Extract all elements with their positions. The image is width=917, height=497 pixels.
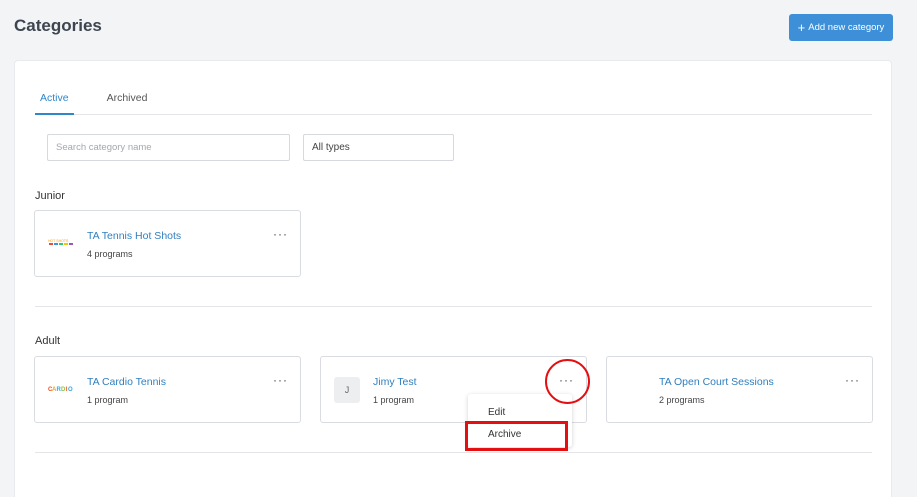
- section-label-junior: Junior: [35, 190, 65, 202]
- svg-text:O: O: [68, 387, 73, 393]
- program-count: 2 programs: [659, 395, 705, 405]
- add-new-category-button[interactable]: + Add new category: [789, 14, 893, 41]
- category-card-hot-shots: HOT SHOTS TA Tennis Hot Shots 4 programs…: [34, 210, 301, 277]
- svg-text:HOT SHOTS: HOT SHOTS: [48, 239, 69, 243]
- category-name-link[interactable]: TA Open Court Sessions: [659, 376, 774, 388]
- plus-icon: +: [797, 20, 806, 35]
- cardio-logo: C A R D I O: [48, 387, 73, 393]
- tab-archived[interactable]: Archived: [102, 89, 153, 115]
- hot-shots-logo: HOT SHOTS: [47, 238, 75, 246]
- category-card-cardio: C A R D I O TA Cardio Tennis 1 program ·…: [34, 356, 301, 423]
- section-divider: [35, 306, 872, 307]
- page-title: Categories: [14, 16, 102, 35]
- program-count: 1 program: [373, 395, 415, 405]
- type-select[interactable]: All types: [303, 134, 454, 161]
- menu-item-edit[interactable]: Edit: [468, 403, 572, 423]
- category-name-link[interactable]: Jimy Test: [373, 376, 417, 388]
- tab-bar: Active Archived: [35, 89, 872, 115]
- highlight-box: [465, 421, 568, 451]
- add-new-category-label: Add new category: [808, 22, 885, 33]
- tab-active[interactable]: Active: [35, 89, 74, 115]
- program-count: 1 program: [87, 395, 129, 405]
- category-card-open-court: TA Open Court Sessions 2 programs ···: [606, 356, 873, 423]
- more-options-icon[interactable]: ···: [273, 228, 288, 240]
- category-name-link[interactable]: TA Tennis Hot Shots: [87, 230, 181, 242]
- categories-panel: Active Archived All types: [14, 60, 892, 497]
- category-name-link[interactable]: TA Cardio Tennis: [87, 376, 166, 388]
- program-count: 4 programs: [87, 249, 133, 259]
- section-label-adult: Adult: [35, 335, 61, 347]
- more-options-icon[interactable]: ···: [845, 374, 860, 386]
- more-options-icon[interactable]: ···: [273, 374, 288, 386]
- avatar: J: [334, 377, 360, 403]
- highlight-circle: [545, 359, 590, 404]
- section-divider: [35, 452, 872, 453]
- search-category-input[interactable]: [47, 134, 290, 161]
